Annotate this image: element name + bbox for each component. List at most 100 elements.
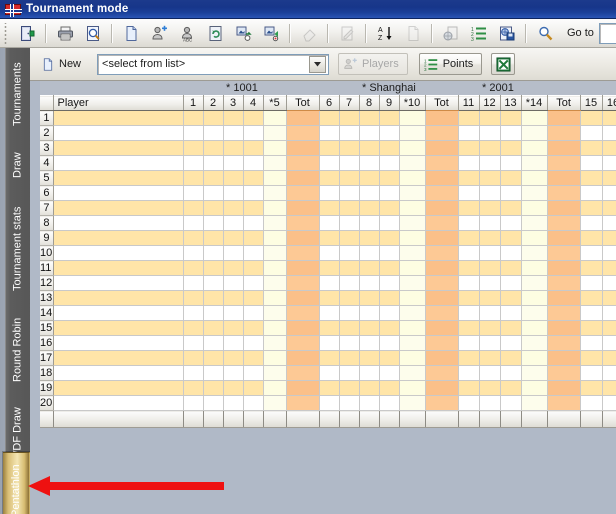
cell-star[interactable] — [399, 291, 425, 306]
row-number[interactable]: 20 — [40, 396, 53, 411]
cell-tot[interactable] — [425, 216, 458, 231]
cell-tot[interactable] — [286, 261, 319, 276]
cell-num[interactable] — [359, 276, 379, 291]
footer-cell[interactable] — [379, 411, 399, 428]
cell-num[interactable] — [243, 306, 263, 321]
cell-num[interactable] — [183, 141, 203, 156]
cell-num[interactable] — [379, 336, 399, 351]
cell-tot[interactable] — [547, 381, 580, 396]
cell-num[interactable] — [602, 276, 616, 291]
row-number[interactable]: 12 — [40, 276, 53, 291]
cell-num[interactable] — [479, 216, 500, 231]
column-header-4[interactable]: 4 — [243, 96, 263, 111]
cell-tot[interactable] — [425, 111, 458, 126]
cell-num[interactable] — [580, 366, 602, 381]
cell-num[interactable] — [183, 126, 203, 141]
column-header-3[interactable]: 3 — [223, 96, 243, 111]
cell-num[interactable] — [500, 171, 521, 186]
cell-tot[interactable] — [425, 291, 458, 306]
cell-num[interactable] — [479, 231, 500, 246]
cell-num[interactable] — [183, 276, 203, 291]
column-header-12[interactable]: 12 — [479, 96, 500, 111]
cell-num[interactable] — [458, 126, 479, 141]
cell-star[interactable] — [263, 336, 286, 351]
cell-num[interactable] — [602, 171, 616, 186]
cell-star[interactable] — [521, 381, 547, 396]
cell-num[interactable] — [379, 381, 399, 396]
cell-tot[interactable] — [425, 351, 458, 366]
cell-num[interactable] — [223, 246, 243, 261]
cell-star[interactable] — [399, 186, 425, 201]
cell-num[interactable] — [500, 396, 521, 411]
cell-num[interactable] — [580, 396, 602, 411]
cell-num[interactable] — [223, 366, 243, 381]
cell-num[interactable] — [580, 156, 602, 171]
cell-num[interactable] — [339, 321, 359, 336]
table-row[interactable]: 4 — [40, 156, 616, 171]
cell-num[interactable] — [379, 291, 399, 306]
cell-tot[interactable] — [547, 306, 580, 321]
table-row[interactable]: 16 — [40, 336, 616, 351]
cell-star[interactable] — [263, 291, 286, 306]
column-header-9[interactable]: 9 — [379, 96, 399, 111]
cell-num[interactable] — [183, 201, 203, 216]
footer-cell[interactable] — [359, 411, 379, 428]
cell-num[interactable] — [319, 381, 339, 396]
cell-num[interactable] — [602, 321, 616, 336]
footer-cell[interactable] — [425, 411, 458, 428]
row-number[interactable]: 18 — [40, 366, 53, 381]
cell-star[interactable] — [263, 111, 286, 126]
cell-num[interactable] — [319, 201, 339, 216]
cell-num[interactable] — [223, 291, 243, 306]
cell-num[interactable] — [339, 231, 359, 246]
cell-tot[interactable] — [286, 306, 319, 321]
cell-num[interactable] — [458, 336, 479, 351]
cell-num[interactable] — [500, 291, 521, 306]
cell-star[interactable] — [521, 246, 547, 261]
column-header-star14[interactable]: *14 — [521, 96, 547, 111]
cell-num[interactable] — [319, 246, 339, 261]
cell-num[interactable] — [359, 396, 379, 411]
cell-tot[interactable] — [286, 366, 319, 381]
cell-num[interactable] — [183, 396, 203, 411]
cell-num[interactable] — [359, 111, 379, 126]
cell-tot[interactable] — [286, 126, 319, 141]
cell-num[interactable] — [580, 321, 602, 336]
cell-num[interactable] — [379, 276, 399, 291]
cell-star[interactable] — [263, 186, 286, 201]
cell-num[interactable] — [580, 246, 602, 261]
row-number[interactable]: 9 — [40, 231, 53, 246]
row-number[interactable]: 13 — [40, 291, 53, 306]
cell-num[interactable] — [243, 351, 263, 366]
footer-cell[interactable] — [243, 411, 263, 428]
cell-num[interactable] — [479, 306, 500, 321]
cell-tot[interactable] — [547, 171, 580, 186]
cell-num[interactable] — [243, 381, 263, 396]
cell-star[interactable] — [521, 216, 547, 231]
cell-num[interactable] — [379, 141, 399, 156]
cell-num[interactable] — [203, 171, 223, 186]
cell-num[interactable] — [339, 171, 359, 186]
footer-cell[interactable] — [339, 411, 359, 428]
cell-num[interactable] — [379, 201, 399, 216]
cell-num[interactable] — [223, 156, 243, 171]
cell-num[interactable] — [458, 306, 479, 321]
cell-tot[interactable] — [547, 141, 580, 156]
cell-player[interactable] — [53, 216, 183, 231]
cell-num[interactable] — [479, 126, 500, 141]
row-number[interactable]: 5 — [40, 171, 53, 186]
cell-num[interactable] — [319, 351, 339, 366]
column-header-15[interactable]: 15 — [580, 96, 602, 111]
cell-num[interactable] — [183, 336, 203, 351]
players-button[interactable]: Players — [338, 53, 408, 75]
cell-num[interactable] — [203, 351, 223, 366]
cell-num[interactable] — [458, 291, 479, 306]
cell-star[interactable] — [521, 291, 547, 306]
cell-tot[interactable] — [547, 351, 580, 366]
cell-num[interactable] — [602, 366, 616, 381]
cell-num[interactable] — [203, 111, 223, 126]
table-row[interactable]: 15 — [40, 321, 616, 336]
points-button[interactable]: 1 2 3 Points — [419, 53, 483, 75]
cell-num[interactable] — [339, 366, 359, 381]
cell-star[interactable] — [399, 396, 425, 411]
